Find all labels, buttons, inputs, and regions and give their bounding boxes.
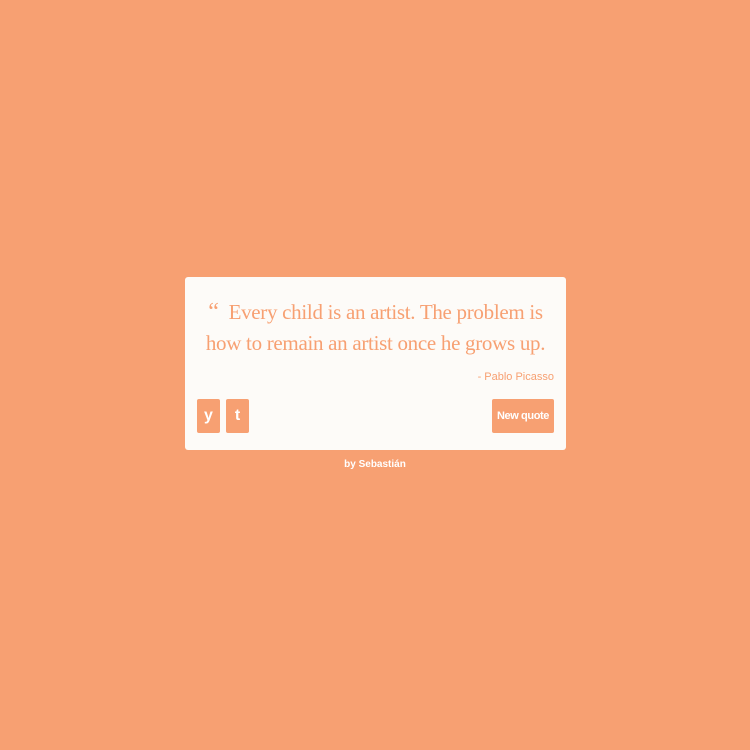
button-row: y t New quote <box>197 399 554 433</box>
twitter-icon: y <box>204 407 213 424</box>
quote-box: “Every child is an artist. The problem i… <box>185 277 566 450</box>
quote-text-container: “Every child is an artist. The problem i… <box>197 297 554 359</box>
quote-text: Every child is an artist. The problem is… <box>205 300 546 355</box>
new-quote-button[interactable]: New quote <box>492 399 554 433</box>
quote-mark-icon: “ <box>208 299 219 325</box>
tweet-quote-button[interactable]: y <box>197 399 220 433</box>
footer-credit: by Sebastián <box>344 459 406 470</box>
tumblr-icon: t <box>234 407 241 424</box>
tumblr-quote-button[interactable]: t <box>226 399 249 433</box>
quote-author: - Pablo Picasso <box>477 371 554 383</box>
